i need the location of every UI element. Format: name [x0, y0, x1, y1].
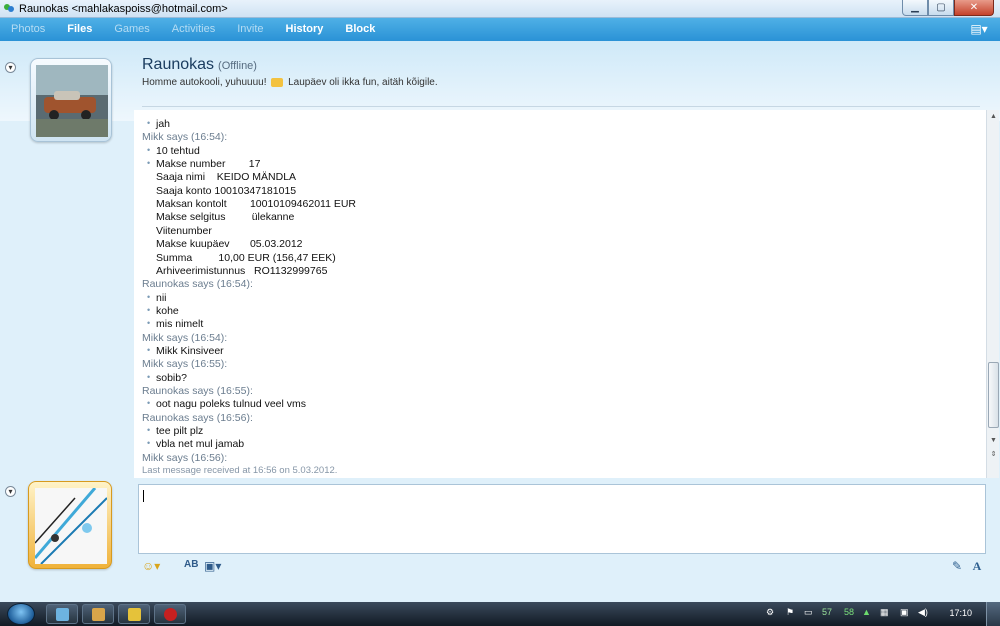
steam-icon[interactable]: ⚙: [766, 607, 774, 618]
menu-bar: Photos Files Games Activities Invite His…: [0, 18, 1000, 41]
close-button[interactable]: ✕: [954, 0, 994, 16]
minimize-icon: ▁: [911, 2, 919, 13]
sender-line: Mikk says (16:55):: [142, 358, 228, 371]
sender-line: Raunokas says (16:54):: [142, 278, 253, 291]
messenger-task-icon: [56, 608, 69, 621]
window-controls: ▁ ▢ ✕: [902, 0, 994, 16]
tray-chip-icon[interactable]: ▦: [880, 607, 889, 618]
handwriting-icon[interactable]: ✎: [948, 556, 966, 576]
clock[interactable]: 17:10: [949, 608, 972, 618]
conversation-history[interactable]: jahMikk says (16:54):10 tehtudMakse numb…: [134, 110, 986, 478]
message-line: vbla net mul jamab: [147, 438, 244, 450]
maximize-button[interactable]: ▢: [928, 0, 954, 16]
tray-value-2: 58: [844, 607, 855, 617]
message-line: kohe: [147, 305, 179, 317]
message-line: Viitenumber: [156, 224, 212, 237]
menu-block[interactable]: Block: [334, 18, 386, 41]
personal-message-part2: Laupäev oli ikka fun, aitäh kõigile.: [288, 77, 438, 88]
car-photo-icon: [36, 65, 108, 137]
sender-line: Mikk says (16:54):: [142, 131, 228, 144]
scroll-down-icon[interactable]: ▼: [989, 436, 998, 445]
message-line: tee pilt plz: [147, 425, 203, 437]
taskbar-app-3[interactable]: [118, 604, 150, 624]
last-received-note: Last message received at 16:56 on 5.03.2…: [142, 465, 338, 477]
contact-name: Raunokas: [142, 56, 215, 73]
message-line: Makse kuupäev 05.03.2012: [156, 238, 303, 251]
message-line: Makse number 17: [147, 158, 261, 170]
emoticon-menu-icon[interactable]: ☺▾: [142, 559, 160, 573]
sender-line: Mikk says (16:56):: [142, 451, 228, 464]
app-task-icon: [128, 608, 141, 621]
sender-line: Raunokas says (16:56):: [142, 411, 253, 424]
menu-activities[interactable]: Activities: [161, 18, 226, 41]
show-desktop-button[interactable]: [986, 602, 1000, 626]
font-style-icon[interactable]: AB: [184, 559, 198, 570]
text-caret: [143, 490, 144, 502]
tray-app-icon[interactable]: ▲: [862, 607, 871, 617]
contact-name-line: Raunokas (Offline): [142, 56, 257, 74]
contact-status: (Offline): [218, 60, 257, 72]
app-task-icon: [164, 608, 177, 621]
emoticon-icon: [271, 77, 284, 87]
message-line: Saaja nimi KEIDO MÄNDLA: [156, 171, 297, 184]
font-icon[interactable]: A: [968, 556, 986, 576]
own-avatar[interactable]: [28, 481, 112, 569]
contact-avatar[interactable]: [30, 58, 112, 142]
taskbar: ⚙ ⚑ ▭ 57 58 ▲ ▦ ▣ ◀) 17:10: [0, 602, 1000, 626]
scroll-thumb[interactable]: [988, 362, 999, 428]
background-menu-icon[interactable]: ▣▾: [204, 559, 221, 573]
maximize-icon: ▢: [936, 2, 946, 13]
volume-icon[interactable]: ◀): [918, 607, 928, 618]
message-line: Makse selgitus ülekanne: [156, 211, 295, 224]
conversation-scrollbar[interactable]: ▲ ▼ ⇕: [986, 110, 999, 478]
message-line: mis nimelt: [147, 318, 203, 330]
app-task-icon: [92, 608, 105, 621]
scroll-up-icon[interactable]: ▲: [989, 112, 998, 121]
taskbar-app-messenger[interactable]: [46, 604, 78, 624]
message-line: Maksan kontolt 10010109462011 EUR: [156, 198, 357, 211]
message-line: Summa 10,00 EUR (156,47 EEK): [156, 251, 336, 264]
personal-message: Homme autokooli, yuhuuuu! Laupäev oli ik…: [142, 77, 438, 88]
network-icon[interactable]: ▣: [900, 607, 909, 618]
message-line: Mikk Kinsiveer: [147, 345, 224, 357]
scroll-expand-icon[interactable]: ⇕: [989, 450, 998, 459]
input-toolbar: ☺▾ AB ▣▾: [138, 556, 986, 576]
message-line: 10 tehtud: [147, 145, 200, 157]
title-bar: Raunokas <mahlakaspoiss@hotmail.com> ▁ ▢…: [0, 0, 1000, 18]
message-line: Saaja konto 10010347181015: [156, 184, 297, 197]
message-line: oot nagu poleks tulnud veel vms: [147, 398, 306, 410]
collapse-contact-button[interactable]: ▾: [5, 62, 16, 73]
menu-photos[interactable]: Photos: [0, 18, 56, 41]
collapse-self-button[interactable]: ▾: [5, 486, 16, 497]
taskbar-app-2[interactable]: [82, 604, 114, 624]
message-line: jah: [147, 118, 170, 130]
abstract-picture-icon: [35, 488, 107, 564]
message-line: Arhiveerimistunnus RO1132999765: [156, 264, 328, 277]
window-title: Raunokas <mahlakaspoiss@hotmail.com>: [19, 2, 228, 15]
divider: [142, 106, 980, 107]
action-center-icon[interactable]: ⚑: [786, 607, 794, 618]
menu-files[interactable]: Files: [56, 18, 103, 41]
sender-line: Mikk says (16:54):: [142, 331, 228, 344]
menu-games[interactable]: Games: [103, 18, 160, 41]
close-icon: ✕: [969, 2, 979, 13]
taskbar-app-4[interactable]: [154, 604, 186, 624]
menu-history[interactable]: History: [275, 18, 335, 41]
tray-value-1: 57: [822, 607, 833, 617]
personal-message-part1: Homme autokooli, yuhuuuu!: [142, 77, 267, 88]
messenger-icon: [4, 3, 14, 12]
menu-invite[interactable]: Invite: [226, 18, 274, 41]
start-button[interactable]: [7, 603, 35, 625]
message-input[interactable]: [138, 484, 986, 554]
options-menu-icon[interactable]: ▤▾: [970, 22, 988, 36]
message-line: nii: [147, 292, 166, 304]
tray-monitor-icon[interactable]: ▭: [804, 607, 813, 618]
minimize-button[interactable]: ▁: [902, 0, 928, 16]
message-line: sobib?: [147, 372, 187, 384]
sender-line: Raunokas says (16:55):: [142, 385, 253, 397]
